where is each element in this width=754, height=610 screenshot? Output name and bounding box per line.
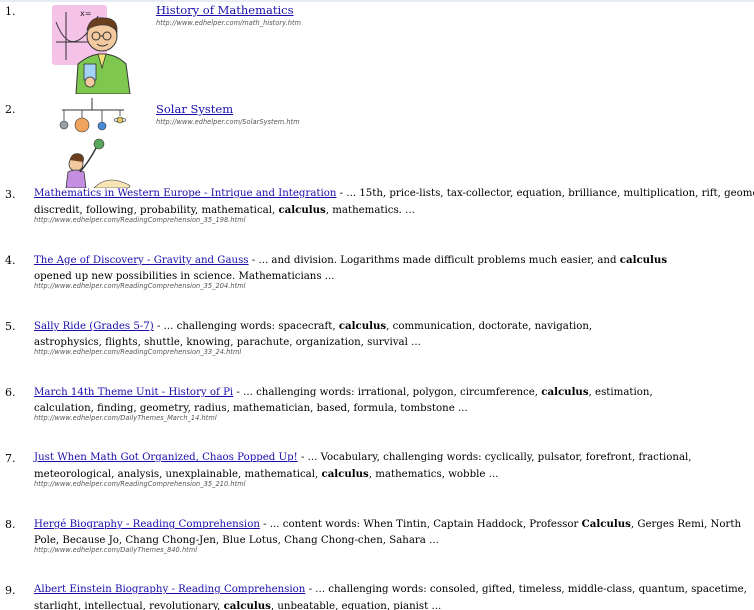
highlight-term: calculus [338,320,387,332]
math-teacher-image[interactable]: x= [42,2,137,94]
result-url: http://www.edhelper.com/DailyThemes_840.… [34,546,198,554]
result-snippet: Just When Math Got Organized, Chaos Popp… [34,452,692,480]
result-title-link[interactable]: Hergé Biography - Reading Comprehension [34,519,260,530]
result-title-link[interactable]: History of Mathematics [156,3,294,17]
result-url: http://www.edhelper.com/ReadingComprehen… [34,282,246,290]
result-number: 4. [5,254,16,267]
highlight-term: calculus [278,204,326,216]
result-snippet: Mathematics in Western Europe - Intrigue… [34,188,754,216]
result-title-link[interactable]: Albert Einstein Biography - Reading Comp… [34,584,305,595]
highlight-term: calculus [619,254,668,266]
result-snippet: Albert Einstein Biography - Reading Comp… [34,584,747,610]
result-snippet: March 14th Theme Unit - History of Pi - … [34,386,653,414]
result-number: 9. [5,584,16,597]
result-number: 3. [5,188,16,201]
result-url: http://www.edhelper.com/ReadingComprehen… [34,480,246,488]
result-url: http://www.edhelper.com/math_history.htm [156,19,302,27]
result-title-link[interactable]: March 14th Theme Unit - History of Pi [34,387,233,398]
result-title-link[interactable]: The Age of Discovery - Gravity and Gauss [34,255,249,266]
result-number: 5. [5,320,16,333]
result-title-link[interactable]: Sally Ride (Grades 5-7) [34,321,154,332]
result-number: 7. [5,452,16,465]
result-snippet: Hergé Biography - Reading Comprehension … [34,518,742,546]
result-snippet: The Age of Discovery - Gravity and Gauss… [34,254,668,282]
highlight-term: calculus [223,600,271,610]
result-url: http://www.edhelper.com/ReadingComprehen… [34,348,242,356]
result-number: 1. [5,5,16,18]
result-snippet: Sally Ride (Grades 5-7) - ... challengin… [34,320,593,348]
result-number: 2. [5,103,16,116]
highlight-term: calculus [541,386,589,398]
highlight-term: Calculus [581,518,631,530]
solar-system-mobile-image[interactable] [42,96,137,188]
result-title-link[interactable]: Solar System [156,102,233,116]
result-url: http://www.edhelper.com/DailyThemes_Marc… [34,414,217,422]
result-url: http://www.edhelper.com/SolarSystem.htm [156,118,300,126]
svg-text:x=: x= [80,9,91,18]
highlight-term: calculus [321,468,369,480]
result-url: http://www.edhelper.com/ReadingComprehen… [34,216,246,224]
result-number: 6. [5,386,16,399]
result-title-link[interactable]: Just When Math Got Organized, Chaos Popp… [34,452,298,463]
result-number: 8. [5,518,16,531]
result-title-link[interactable]: Mathematics in Western Europe - Intrigue… [34,188,336,199]
